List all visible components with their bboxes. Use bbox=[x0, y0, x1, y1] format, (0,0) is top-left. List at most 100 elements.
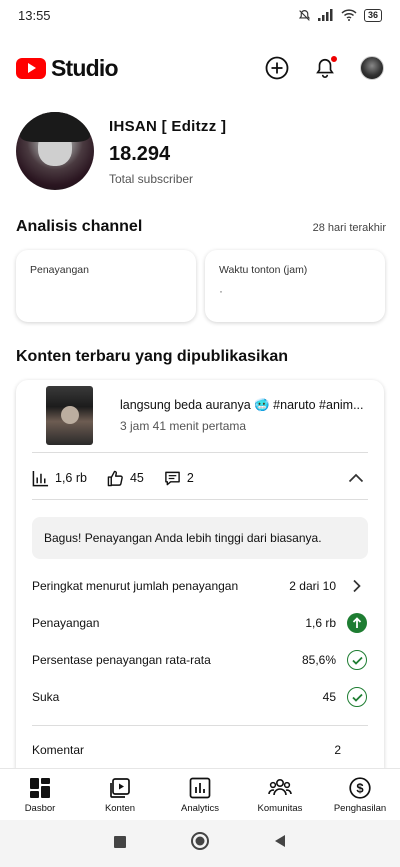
video-subtitle: 3 jam 41 menit pertama bbox=[120, 419, 247, 433]
dollar-circle-icon: $ bbox=[348, 776, 372, 800]
clock: 13:55 bbox=[18, 7, 51, 23]
nav-dasbor[interactable]: Dasbor bbox=[0, 769, 80, 820]
views-stat: 1,6 rb bbox=[32, 470, 87, 487]
mute-icon bbox=[298, 9, 311, 21]
chevron-right-icon bbox=[346, 575, 368, 597]
youtube-logo-icon bbox=[16, 57, 46, 79]
collapse-button[interactable] bbox=[344, 466, 368, 490]
nav-analytics-label: Analytics bbox=[180, 802, 219, 814]
views-row-label: Penayangan bbox=[32, 616, 100, 630]
check-badge bbox=[346, 686, 368, 708]
back-triangle-icon bbox=[275, 835, 285, 847]
comments-row-label: Komentar bbox=[32, 743, 85, 757]
likes-row-value: 45 bbox=[322, 690, 336, 704]
watch-time-card-label: Waktu tonton (jam) bbox=[219, 264, 308, 276]
performance-banner: Bagus! Penayangan Anda lebih tinggi dari… bbox=[32, 517, 368, 559]
video-stats: 1,6 rb 45 2 bbox=[32, 464, 368, 492]
battery-indicator: 36 bbox=[363, 8, 382, 22]
avg-view-percentage-value: 85,6% bbox=[301, 653, 336, 667]
chevron-up-icon bbox=[348, 473, 364, 483]
video-library-icon bbox=[108, 776, 132, 800]
account-avatar[interactable] bbox=[360, 56, 384, 80]
video-meta: langsung beda auranya 🥶 #naruto #anim...… bbox=[120, 398, 365, 433]
bottom-nav: Dasbor Konten Analytics Komunitas $ Peng… bbox=[0, 768, 400, 820]
video-title: langsung beda auranya 🥶 #naruto #anim... bbox=[120, 398, 364, 412]
latest-content-header: Konten terbaru yang dipublikasikan bbox=[16, 348, 386, 366]
channel-summary: IHSAN [ Editzz ] 18.294 Total subscriber bbox=[16, 112, 386, 192]
back-button[interactable] bbox=[274, 834, 286, 853]
divider bbox=[32, 725, 368, 726]
circle-icon bbox=[191, 832, 209, 850]
status-bar: 13:55 36 bbox=[0, 0, 400, 30]
comment-icon bbox=[165, 471, 180, 485]
views-stat-value: 1,6 rb bbox=[55, 471, 87, 485]
comments-row: Komentar 2 bbox=[32, 738, 368, 762]
avg-view-percentage-label: Persentase penayangan rata-rata bbox=[32, 653, 211, 667]
nav-penghasilan-label: Penghasilan bbox=[333, 802, 387, 814]
wifi-icon bbox=[341, 9, 357, 21]
thumbs-up-icon bbox=[107, 470, 123, 486]
notification-dot bbox=[330, 55, 338, 63]
check-circle-icon bbox=[347, 687, 367, 707]
nav-komunitas[interactable]: Komunitas bbox=[240, 769, 320, 820]
svg-text:$: $ bbox=[356, 780, 364, 795]
status-icons: 36 bbox=[298, 8, 382, 22]
channel-name: IHSAN [ Editzz ] bbox=[109, 118, 227, 135]
arrow-up-icon bbox=[347, 613, 367, 633]
views-card-label: Penayangan bbox=[30, 264, 89, 276]
plus-circle-icon bbox=[265, 56, 289, 80]
nav-komunitas-label: Komunitas bbox=[257, 802, 303, 814]
header-actions bbox=[264, 55, 384, 81]
views-row: Penayangan 1,6 rb bbox=[32, 611, 368, 635]
app-name: Studio bbox=[51, 54, 119, 81]
latest-content-title: Konten terbaru yang dipublikasikan bbox=[16, 348, 289, 365]
ranking-row[interactable]: Peringkat menurut jumlah penayangan 2 da… bbox=[32, 574, 368, 598]
avg-view-percentage-row: Persentase penayangan rata-rata 85,6% bbox=[32, 648, 368, 672]
arrow-up-badge bbox=[346, 612, 368, 634]
comments-row-value: 2 bbox=[334, 743, 341, 757]
ranking-value: 2 dari 10 bbox=[289, 579, 336, 593]
signal-icon bbox=[317, 9, 333, 21]
divider bbox=[32, 452, 368, 453]
likes-stat-value: 45 bbox=[129, 471, 144, 485]
likes-row-label: Suka bbox=[32, 690, 60, 704]
analytics-title: Analisis channel bbox=[16, 218, 143, 235]
comments-stat: 2 bbox=[164, 470, 194, 487]
latest-video[interactable]: langsung beda auranya 🥶 #naruto #anim...… bbox=[46, 386, 365, 445]
nav-konten[interactable]: Konten bbox=[80, 769, 160, 820]
views-row-value: 1,6 rb bbox=[305, 616, 336, 630]
bar-chart-icon bbox=[32, 470, 49, 486]
check-badge bbox=[346, 649, 368, 671]
watch-time-card-value: · bbox=[219, 284, 223, 298]
views-card[interactable]: Penayangan bbox=[16, 250, 196, 322]
comments-stat-value: 2 bbox=[186, 471, 194, 485]
system-nav-bar bbox=[0, 820, 400, 867]
recents-button[interactable] bbox=[114, 835, 126, 853]
app-header: Studio bbox=[0, 48, 400, 88]
community-icon bbox=[268, 776, 292, 800]
dashboard-icon bbox=[28, 776, 52, 800]
analytics-icon bbox=[188, 776, 212, 800]
home-button[interactable] bbox=[190, 831, 210, 856]
likes-stat: 45 bbox=[107, 470, 144, 487]
likes-row: Suka 45 bbox=[32, 685, 368, 709]
nav-konten-label: Konten bbox=[104, 802, 136, 814]
nav-dasbor-label: Dasbor bbox=[24, 802, 56, 814]
channel-info: IHSAN [ Editzz ] 18.294 Total subscriber bbox=[109, 118, 226, 186]
video-thumbnail bbox=[46, 386, 93, 445]
nav-analytics[interactable]: Analytics bbox=[160, 769, 240, 820]
divider bbox=[32, 499, 368, 500]
square-icon bbox=[114, 835, 126, 848]
watch-time-card[interactable]: Waktu tonton (jam) · bbox=[205, 250, 385, 322]
youtube-studio-logo[interactable]: Studio bbox=[16, 54, 119, 82]
channel-avatar[interactable] bbox=[16, 112, 94, 190]
nav-penghasilan[interactable]: $ Penghasilan bbox=[320, 769, 400, 820]
subscriber-count: 18.294 bbox=[109, 143, 171, 165]
ranking-label: Peringkat menurut jumlah penayangan bbox=[32, 579, 239, 593]
notifications-button[interactable] bbox=[312, 55, 338, 81]
latest-content-card: langsung beda auranya 🥶 #naruto #anim...… bbox=[16, 380, 384, 780]
create-button[interactable] bbox=[264, 55, 290, 81]
analytics-period: 28 hari terakhir bbox=[312, 222, 386, 234]
subscriber-label: Total subscriber bbox=[109, 172, 194, 186]
check-circle-icon bbox=[347, 650, 367, 670]
